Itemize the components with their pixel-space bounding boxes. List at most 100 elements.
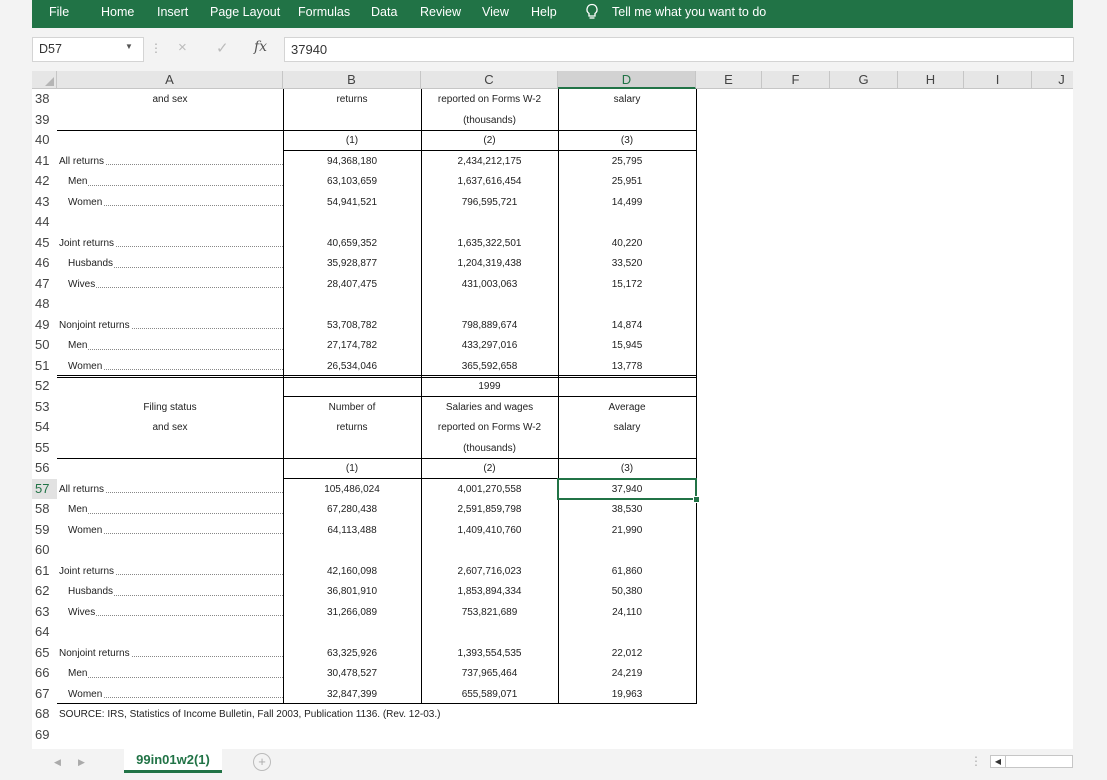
row-header-49[interactable]: 49 [32, 314, 57, 335]
cell-a51[interactable]: Women [57, 356, 283, 377]
cell-a58[interactable]: Men [57, 499, 283, 520]
row-header-69[interactable]: 69 [32, 724, 57, 745]
row-header-67[interactable]: 67 [32, 683, 57, 704]
cell-b38[interactable]: returns [283, 89, 421, 110]
tab-insert[interactable]: Insert [157, 0, 188, 24]
cell-a54[interactable]: and sex [57, 417, 283, 438]
row-header-40[interactable]: 40 [32, 130, 57, 151]
row-header-38[interactable]: 38 [32, 89, 57, 110]
column-header-j[interactable]: J [1032, 71, 1073, 89]
tab-help[interactable]: Help [531, 0, 557, 24]
add-sheet-icon[interactable]: + [253, 753, 271, 771]
cell-c38[interactable]: reported on Forms W-2 [421, 89, 558, 110]
cell-c66[interactable]: 737,965,464 [421, 663, 558, 684]
cell-b41[interactable]: 94,368,180 [283, 151, 421, 172]
cell-b57[interactable]: 105,486,024 [283, 479, 421, 500]
row-header-58[interactable]: 58 [32, 499, 57, 520]
cell-b59[interactable]: 64,113,488 [283, 520, 421, 541]
column-header-d[interactable]: D [558, 71, 696, 89]
cell-c42[interactable]: 1,637,616,454 [421, 171, 558, 192]
tab-file[interactable]: File [49, 0, 69, 24]
cell-d61[interactable]: 61,860 [558, 561, 696, 582]
row-header-62[interactable]: 62 [32, 581, 57, 602]
cell-d65[interactable]: 22,012 [558, 643, 696, 664]
cell-b67[interactable]: 32,847,399 [283, 684, 421, 705]
cell-a43[interactable]: Women [57, 192, 283, 213]
scroll-left-icon[interactable]: ◀ [991, 756, 1006, 767]
row-header-56[interactable]: 56 [32, 458, 57, 479]
tab-formulas[interactable]: Formulas [298, 0, 350, 24]
cell-c55[interactable]: (thousands) [421, 438, 558, 459]
tab-page-layout[interactable]: Page Layout [210, 0, 280, 24]
row-header-52[interactable]: 52 [32, 376, 57, 397]
cancel-icon[interactable]: × [178, 39, 187, 56]
cell-d45[interactable]: 40,220 [558, 233, 696, 254]
cell-c46[interactable]: 1,204,319,438 [421, 253, 558, 274]
row-header-54[interactable]: 54 [32, 417, 57, 438]
formula-input[interactable]: 37940 [284, 37, 1074, 62]
name-box[interactable]: D57 ▼ [32, 37, 144, 62]
tab-review[interactable]: Review [420, 0, 461, 24]
scroll-tabs-right-icon[interactable]: ▶ [78, 757, 85, 768]
cell-a47[interactable]: Wives [57, 274, 283, 295]
cell-a66[interactable]: Men [57, 663, 283, 684]
tab-view[interactable]: View [482, 0, 509, 24]
insert-function-icon[interactable]: fx [254, 39, 267, 55]
cell-a61[interactable]: Joint returns [57, 561, 283, 582]
cell-d51[interactable]: 13,778 [558, 356, 696, 377]
row-header-63[interactable]: 63 [32, 601, 57, 622]
cell-d67[interactable]: 19,963 [558, 684, 696, 705]
cell-d42[interactable]: 25,951 [558, 171, 696, 192]
row-header-46[interactable]: 46 [32, 253, 57, 274]
cell-c47[interactable]: 431,003,063 [421, 274, 558, 295]
row-header-65[interactable]: 65 [32, 642, 57, 663]
column-header-h[interactable]: H [898, 71, 964, 89]
row-header-64[interactable]: 64 [32, 622, 57, 643]
cell-d53[interactable]: Average [558, 397, 696, 418]
row-header-42[interactable]: 42 [32, 171, 57, 192]
row-header-61[interactable]: 61 [32, 560, 57, 581]
cell-d50[interactable]: 15,945 [558, 335, 696, 356]
cell-d54[interactable]: salary [558, 417, 696, 438]
cell-a45[interactable]: Joint returns [57, 233, 283, 254]
select-all-corner[interactable] [32, 71, 57, 89]
cell-b58[interactable]: 67,280,438 [283, 499, 421, 520]
cell-b63[interactable]: 31,266,089 [283, 602, 421, 623]
row-header-68[interactable]: 68 [32, 704, 57, 725]
row-header-45[interactable]: 45 [32, 232, 57, 253]
scroll-tabs-left-icon[interactable]: ◀ [54, 757, 61, 768]
column-header-g[interactable]: G [830, 71, 898, 89]
tab-data[interactable]: Data [371, 0, 397, 24]
more-options-icon[interactable]: ⋮ [150, 41, 162, 55]
cell-c63[interactable]: 753,821,689 [421, 602, 558, 623]
row-header-53[interactable]: 53 [32, 396, 57, 417]
cell-c43[interactable]: 796,595,721 [421, 192, 558, 213]
cell-b45[interactable]: 40,659,352 [283, 233, 421, 254]
cell-d41[interactable]: 25,795 [558, 151, 696, 172]
cell-b43[interactable]: 54,941,521 [283, 192, 421, 213]
cell-a57[interactable]: All returns [57, 479, 283, 500]
cell-b49[interactable]: 53,708,782 [283, 315, 421, 336]
cell-a53[interactable]: Filing status [57, 397, 283, 418]
lightbulb-icon[interactable] [584, 3, 600, 21]
row-header-47[interactable]: 47 [32, 273, 57, 294]
cell-b51[interactable]: 26,534,046 [283, 356, 421, 377]
fill-handle[interactable] [693, 496, 700, 503]
cell-d46[interactable]: 33,520 [558, 253, 696, 274]
row-header-59[interactable]: 59 [32, 519, 57, 540]
column-header-a[interactable]: A [57, 71, 283, 89]
column-header-e[interactable]: E [696, 71, 762, 89]
cell-b42[interactable]: 63,103,659 [283, 171, 421, 192]
cell-c41[interactable]: 2,434,212,175 [421, 151, 558, 172]
cell-c50[interactable]: 433,297,016 [421, 335, 558, 356]
row-header-50[interactable]: 50 [32, 335, 57, 356]
cell-b56[interactable]: (1) [283, 458, 421, 479]
cell-b47[interactable]: 28,407,475 [283, 274, 421, 295]
cell-b65[interactable]: 63,325,926 [283, 643, 421, 664]
cell-b50[interactable]: 27,174,782 [283, 335, 421, 356]
cell-d47[interactable]: 15,172 [558, 274, 696, 295]
cell-c61[interactable]: 2,607,716,023 [421, 561, 558, 582]
cell-c56[interactable]: (2) [421, 458, 558, 479]
cell-b66[interactable]: 30,478,527 [283, 663, 421, 684]
cell-c57[interactable]: 4,001,270,558 [421, 479, 558, 500]
